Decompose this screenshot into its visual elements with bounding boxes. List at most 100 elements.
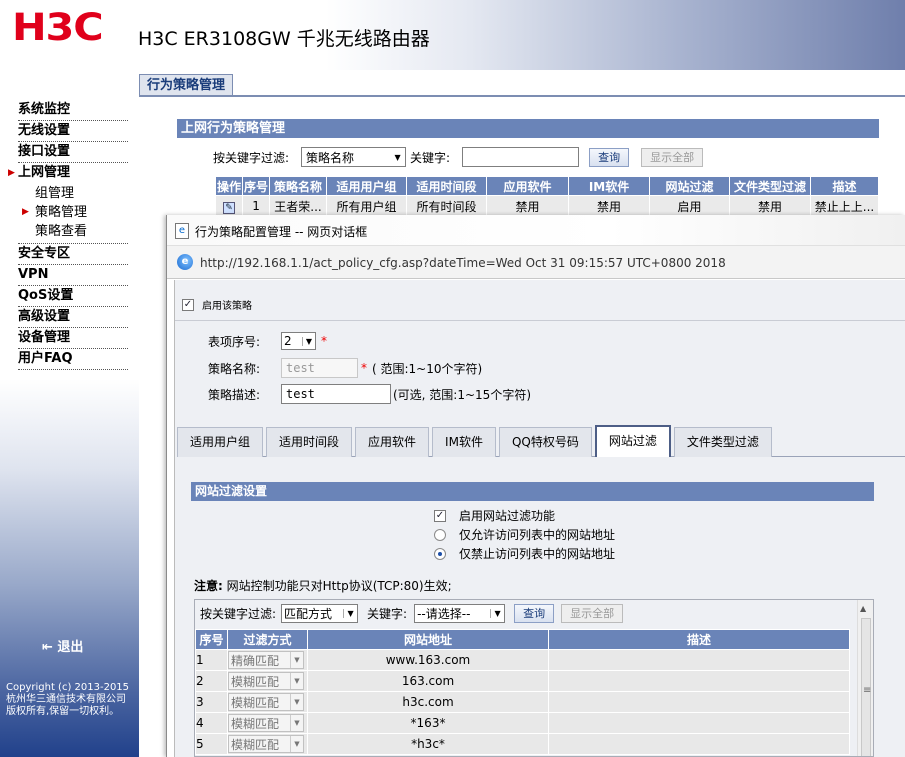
- deny-list-radio[interactable]: [434, 547, 446, 560]
- url-query-button[interactable]: 查询: [514, 604, 555, 623]
- policy-filter-bar: 按关键字过滤: 策略名称 ▼ 关键字: 查询 显示全部: [213, 146, 704, 168]
- index-row: 表项序号: 2 ▼ *: [208, 332, 332, 350]
- match-mode-select[interactable]: 模糊匹配 ▼: [228, 672, 304, 690]
- tab-application[interactable]: 应用软件: [355, 427, 430, 457]
- table-cell: 禁用: [568, 195, 651, 217]
- column-header: 序号: [242, 176, 271, 196]
- tab-file-type-filter[interactable]: 文件类型过滤: [673, 427, 772, 457]
- filter-label: 按关键字过滤:: [213, 150, 290, 165]
- url-table: 序号 过滤方式 网站地址 描述 1 精确匹配 ▼ www.163.com 2 模糊…: [195, 629, 850, 755]
- url-cell: 163.com: [307, 670, 549, 692]
- match-mode-value: 模糊匹配: [231, 737, 280, 752]
- logout-button[interactable]: ⇤ 退出: [42, 636, 83, 655]
- policy-desc-input[interactable]: test: [281, 384, 391, 404]
- sidebar-item-interface[interactable]: 接口设置: [18, 142, 128, 163]
- sidebar-nav: 系统监控 无线设置 接口设置 ▶ 上网管理 组管理 ▶ 策略管理 策略查看 安全专区…: [8, 100, 128, 370]
- tab-behavior-policy[interactable]: 行为策略管理: [139, 74, 234, 96]
- sidebar-item-vpn[interactable]: VPN: [18, 265, 128, 286]
- sidebar-item-system-monitor[interactable]: 系统监控: [18, 100, 128, 121]
- url-keyword-select[interactable]: --请选择-- ▼: [414, 604, 506, 623]
- dialog-titlebar: e 行为策略配置管理 -- 网页对话框: [167, 215, 905, 246]
- edit-icon[interactable]: ✎: [214, 195, 244, 217]
- url-cell: *163*: [307, 712, 549, 734]
- url-filter-label: 按关键字过滤:: [200, 607, 277, 621]
- sidebar-item-user-faq[interactable]: 用户FAQ: [18, 349, 128, 370]
- allow-list-radio[interactable]: [434, 528, 446, 541]
- dialog-address-bar: e http://192.168.1.1/act_policy_cfg.asp?…: [167, 246, 905, 279]
- sidebar-item-wireless[interactable]: 无线设置: [18, 121, 128, 142]
- table-row: 2 模糊匹配 ▼ 163.com: [195, 670, 850, 692]
- column-header: 应用软件: [486, 176, 570, 196]
- tab-im-software[interactable]: IM软件: [432, 427, 496, 457]
- show-all-button[interactable]: 显示全部: [641, 147, 704, 167]
- sidebar-item-internet-management[interactable]: ▶ 上网管理: [6, 163, 128, 184]
- note-body: 网站控制功能只对Http协议(TCP:80)生效;: [226, 579, 452, 593]
- filter-field-select[interactable]: 策略名称 ▼: [301, 147, 407, 167]
- sidebar-subitem-group-management[interactable]: 组管理: [18, 184, 128, 203]
- table-cell: 禁用: [729, 195, 812, 217]
- column-header: 适用用户组: [326, 176, 408, 196]
- policy-tabs: 适用用户组 适用时间段 应用软件 IM软件 QQ特权号码 网站过滤 文件类型过滤: [177, 425, 905, 457]
- sidebar-subitem-label: 策略管理: [35, 205, 88, 220]
- triangle-right-icon: ▶: [22, 207, 29, 217]
- table-cell: 禁用: [486, 195, 570, 217]
- match-mode-select[interactable]: 模糊匹配 ▼: [228, 693, 304, 711]
- match-mode-cell: 模糊匹配 ▼: [227, 691, 308, 713]
- enable-policy-label: 启用该策略: [202, 301, 252, 312]
- scroll-up-icon[interactable]: ▲: [860, 604, 866, 613]
- sidebar: 系统监控 无线设置 接口设置 ▶ 上网管理 组管理 ▶ 策略管理 策略查看 安全专区…: [0, 70, 139, 757]
- scrollbar-thumb[interactable]: ≡: [861, 618, 872, 756]
- h3c-logo: H3C: [12, 6, 104, 49]
- grip-icon: ≡: [863, 685, 872, 696]
- url-show-all-button[interactable]: 显示全部: [561, 604, 624, 623]
- keyword-input[interactable]: [462, 147, 580, 167]
- match-mode-cell: 模糊匹配 ▼: [227, 712, 308, 734]
- name-hint: ( 范围:1~10个字符): [372, 361, 483, 376]
- match-mode-select[interactable]: 模糊匹配 ▼: [228, 714, 304, 732]
- allow-list-row: 仅允许访问列表中的网站地址: [434, 526, 615, 543]
- column-header: 操作: [214, 176, 244, 196]
- deny-list-label: 仅禁止访问列表中的网站地址: [459, 547, 616, 561]
- sidebar-subitem-policy-management[interactable]: ▶ 策略管理: [18, 203, 128, 222]
- router-admin-app: H3C H3C ER3108GW 千兆无线路由器 系统监控 无线设置 接口设置 …: [0, 0, 905, 757]
- row-number: 4: [195, 712, 228, 734]
- dialog-body: ✓ 启用该策略 表项序号: 2 ▼ * 策略名称: test * ( 范围:1~1…: [174, 280, 905, 757]
- product-title: H3C ER3108GW 千兆无线路由器: [138, 28, 430, 50]
- sidebar-item-advanced[interactable]: 高级设置: [18, 307, 128, 328]
- tab-qq-privilege[interactable]: QQ特权号码: [498, 427, 592, 457]
- enable-url-filter-checkbox[interactable]: ✓: [434, 509, 446, 522]
- column-header: 描述: [810, 176, 879, 196]
- sidebar-item-qos[interactable]: QoS设置: [18, 286, 128, 307]
- index-select[interactable]: 2 ▼: [281, 332, 316, 350]
- match-field-select[interactable]: 匹配方式 ▼: [281, 604, 359, 623]
- policy-name-input[interactable]: test: [281, 358, 358, 378]
- required-mark: *: [361, 361, 367, 375]
- tab-time-range[interactable]: 适用时间段: [266, 427, 353, 457]
- match-mode-cell: 模糊匹配 ▼: [227, 733, 308, 755]
- url-keyword-value: --请选择--: [417, 607, 471, 621]
- table-cell: 启用: [649, 195, 731, 217]
- sidebar-subitem-policy-view[interactable]: 策略查看: [18, 222, 128, 241]
- url-list-scrollbar[interactable]: ▲ ≡: [857, 600, 873, 756]
- table-row: 4 模糊匹配 ▼ *163*: [195, 712, 850, 734]
- match-field-value: 匹配方式: [284, 607, 333, 621]
- table-cell: 禁止上上...: [810, 195, 879, 217]
- dialog-url: http://192.168.1.1/act_policy_cfg.asp?da…: [200, 256, 726, 270]
- tab-user-group[interactable]: 适用用户组: [177, 427, 264, 457]
- query-button[interactable]: 查询: [589, 147, 630, 167]
- row-number: 2: [195, 670, 228, 692]
- desc-cell: [548, 712, 850, 734]
- enable-policy-row: ✓ 启用该策略: [182, 297, 252, 312]
- tab-website-filter[interactable]: 网站过滤: [594, 425, 671, 457]
- sidebar-item-device-management[interactable]: 设备管理: [18, 328, 128, 349]
- url-filter-section-title: 网站过滤设置: [191, 482, 874, 501]
- chevron-down-icon: ▼: [302, 336, 315, 346]
- table-cell: 王者荣...: [269, 195, 328, 217]
- match-mode-select[interactable]: 模糊匹配 ▼: [228, 735, 304, 753]
- match-mode-select[interactable]: 精确匹配 ▼: [228, 651, 304, 669]
- enable-policy-checkbox[interactable]: ✓: [182, 298, 194, 311]
- row-number: 5: [195, 733, 228, 755]
- chevron-down-icon: ▼: [290, 694, 303, 710]
- sidebar-item-security[interactable]: 安全专区: [18, 244, 128, 265]
- column-header: 适用时间段: [406, 176, 488, 196]
